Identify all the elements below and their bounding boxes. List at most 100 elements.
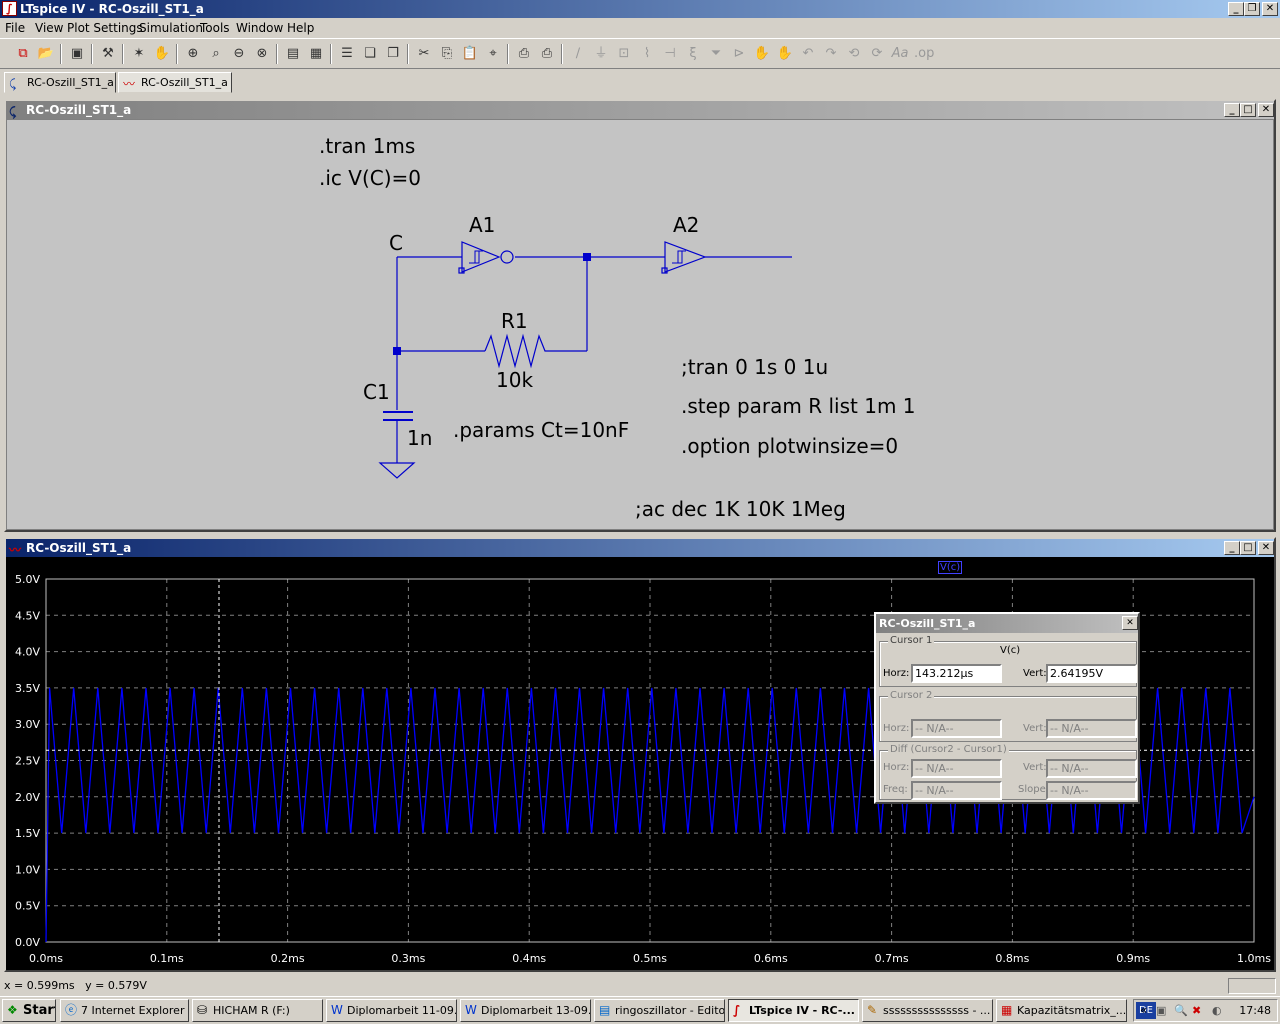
tab-waveform[interactable]: 〰 RC-Oszill_ST1_a xyxy=(118,72,232,93)
cursor1-group: Cursor 1 V(c) Horz: 143.212µs Vert: 2.64… xyxy=(879,635,1137,687)
capacitor-icon[interactable]: ⊣ xyxy=(661,45,679,63)
security-icon[interactable]: ✖ xyxy=(1192,1000,1201,1021)
undo-icon[interactable]: ↶ xyxy=(799,45,817,63)
taskbar-item-word-2[interactable]: W Diplomarbeit 13-09.... xyxy=(460,999,591,1022)
redo-icon[interactable]: ↷ xyxy=(822,45,840,63)
spice-directive-icon[interactable]: .op xyxy=(914,45,934,63)
menu-simulation[interactable]: Simulation xyxy=(139,21,203,35)
menu-file[interactable]: File xyxy=(5,21,25,35)
grid-icon[interactable]: ▦ xyxy=(307,45,325,63)
network-icon[interactable]: 🔍 xyxy=(1174,1000,1188,1021)
new-schematic-icon[interactable]: ⧉ xyxy=(14,45,32,63)
diode-icon[interactable]: ⏷ xyxy=(707,45,725,63)
cut-icon[interactable]: ✂ xyxy=(415,45,433,63)
taskbar-item-label: ringoszillator - Editor xyxy=(615,1004,725,1017)
drag-icon[interactable]: ✋ xyxy=(776,45,794,63)
ic-directive[interactable]: .ic V(C)=0 xyxy=(319,166,421,190)
plot-close-button[interactable]: ✕ xyxy=(1258,541,1274,555)
waveform-window-title-bar: 〰 RC-Oszill_ST1_a _ □ ✕ xyxy=(6,539,1274,557)
paste-icon[interactable]: 📋 xyxy=(461,45,479,63)
autorange-icon[interactable]: ▤ xyxy=(284,45,302,63)
copy-icon[interactable]: ⎘ xyxy=(438,45,456,63)
label-net-icon[interactable]: ⊡ xyxy=(615,45,633,63)
schematic-canvas[interactable]: .tran 1ms .ic V(C)=0 C A1 A2 R1 10k C1 1… xyxy=(6,119,1274,530)
menu-tools[interactable]: Tools xyxy=(200,21,230,35)
schematic-minimize-button[interactable]: _ xyxy=(1224,103,1240,117)
trace-label-vc[interactable]: V(c) xyxy=(938,561,963,574)
pan-icon[interactable]: ✋ xyxy=(153,45,171,63)
x-tick-label: 0.6ms xyxy=(754,952,788,965)
taskbar-item-pdf[interactable]: ▦ Kapazitätsmatrix_... xyxy=(996,999,1127,1022)
save-icon[interactable]: ▣ xyxy=(68,45,86,63)
drive-icon: ⛁ xyxy=(197,1003,208,1017)
cursor1-vert-field[interactable]: 2.64195V xyxy=(1046,664,1137,683)
taskbar-item-paint[interactable]: ✎ sssssssssssssss - ... xyxy=(862,999,993,1022)
params-directive[interactable]: .params Ct=10nF xyxy=(453,418,629,442)
print-setup-icon[interactable]: ⎙ xyxy=(515,45,533,63)
tab-schematic[interactable]: ⤹ RC-Oszill_ST1_a xyxy=(4,72,116,93)
ground-icon[interactable]: ⏚ xyxy=(592,45,610,63)
inductor-icon[interactable]: ξ xyxy=(684,45,702,63)
cascade-icon[interactable]: ❏ xyxy=(361,45,379,63)
taskbar-item-drive[interactable]: ⛁ HICHAM R (F:) xyxy=(192,999,323,1022)
open-icon[interactable]: 📂 xyxy=(37,45,55,63)
plot-maximize-button[interactable]: □ xyxy=(1240,541,1256,555)
plot-title: RC-Oszill_ST1_a xyxy=(26,541,132,555)
schematic-maximize-button[interactable]: □ xyxy=(1240,103,1256,117)
menu-help[interactable]: Help xyxy=(287,21,314,35)
component-label-r1: R1 xyxy=(501,309,528,333)
option-directive[interactable]: .option plotwinsize=0 xyxy=(681,434,898,458)
taskbar: ❖ Start ⓔ 7 Internet Explorer ⛁ HICHAM R… xyxy=(0,996,1280,1024)
zoom-out-icon[interactable]: ⊖ xyxy=(230,45,248,63)
taskbar-item-ltspice[interactable]: ∫ LTspice IV - RC-... xyxy=(728,999,859,1022)
text-icon[interactable]: Aa xyxy=(891,45,909,63)
step-directive[interactable]: .step param R list 1m 1 xyxy=(681,394,916,418)
y-tick-label: 2.0V xyxy=(15,791,40,804)
start-button[interactable]: ❖ Start xyxy=(2,999,56,1022)
menu-view[interactable]: View xyxy=(35,21,63,35)
print-icon[interactable]: ⎙ xyxy=(538,45,556,63)
zoom-fit-icon[interactable]: ⊗ xyxy=(253,45,271,63)
find-icon[interactable]: ⌖ xyxy=(484,45,502,63)
taskbar-item-word-1[interactable]: W Diplomarbeit 11-09.... xyxy=(326,999,457,1022)
tile-horizontal-icon[interactable]: ☰ xyxy=(338,45,356,63)
resistor-icon[interactable]: ⌇ xyxy=(638,45,656,63)
control-panel-icon[interactable]: ⚒ xyxy=(99,45,117,63)
zoom-in-icon[interactable]: ⊕ xyxy=(184,45,202,63)
chevron-left-icon[interactable]: « xyxy=(1140,1000,1147,1021)
mirror-icon[interactable]: ⟳ xyxy=(868,45,886,63)
ac-comment[interactable]: ;ac dec 1K 10K 1Meg xyxy=(635,497,846,521)
tran-comment[interactable]: ;tran 0 1s 0 1u xyxy=(681,355,828,379)
diff-label: Diff (Cursor2 - Cursor1) xyxy=(888,744,1009,755)
plot-minimize-button[interactable]: _ xyxy=(1224,541,1240,555)
move-icon[interactable]: ✋ xyxy=(753,45,771,63)
taskbar-item-internet-explorer[interactable]: ⓔ 7 Internet Explorer xyxy=(60,999,189,1022)
window-title: LTspice IV - RC-Oszill_ST1_a xyxy=(20,2,204,16)
freq-label: Freq: xyxy=(883,784,908,795)
start-label: Start xyxy=(23,1003,55,1018)
run-icon[interactable]: ✶ xyxy=(130,45,148,63)
taskbar-item-editor[interactable]: ▤ ringoszillator - Editor xyxy=(594,999,725,1022)
tran-directive[interactable]: .tran 1ms xyxy=(319,134,415,158)
wire-icon[interactable]: ∕ xyxy=(569,45,587,63)
tile-vertical-icon[interactable]: ❐ xyxy=(384,45,402,63)
pdf-icon: ▦ xyxy=(1001,1003,1013,1017)
cursor-dialog-title-bar: RC-Oszill_ST1_a ✕ xyxy=(876,614,1138,633)
menu-window[interactable]: Window xyxy=(236,21,283,35)
restore-button[interactable]: ❐ xyxy=(1244,2,1260,16)
component-icon[interactable]: ⊳ xyxy=(730,45,748,63)
rotate-icon[interactable]: ⟲ xyxy=(845,45,863,63)
volume-icon[interactable]: ◐ xyxy=(1212,1000,1222,1021)
minimize-button[interactable]: _ xyxy=(1228,2,1244,16)
tray-icon[interactable]: ▣ xyxy=(1156,1000,1166,1021)
cursor-dialog-close-button[interactable]: ✕ xyxy=(1122,616,1138,630)
cursor1-horz-field[interactable]: 143.212µs xyxy=(911,664,1002,683)
zoom-area-icon[interactable]: ⌕ xyxy=(207,45,225,63)
close-button[interactable]: ✕ xyxy=(1262,2,1278,16)
y-tick-label: 4.0V xyxy=(15,646,40,659)
schematic-close-button[interactable]: ✕ xyxy=(1258,103,1274,117)
schematic-window: ⤹ RC-Oszill_ST1_a _ □ ✕ .tran 1ms .ic V(… xyxy=(4,99,1276,532)
tab-label: RC-Oszill_ST1_a xyxy=(27,76,114,89)
menu-plot-settings[interactable]: Plot Settings xyxy=(67,21,143,35)
waveform-icon: 〰 xyxy=(123,77,136,91)
